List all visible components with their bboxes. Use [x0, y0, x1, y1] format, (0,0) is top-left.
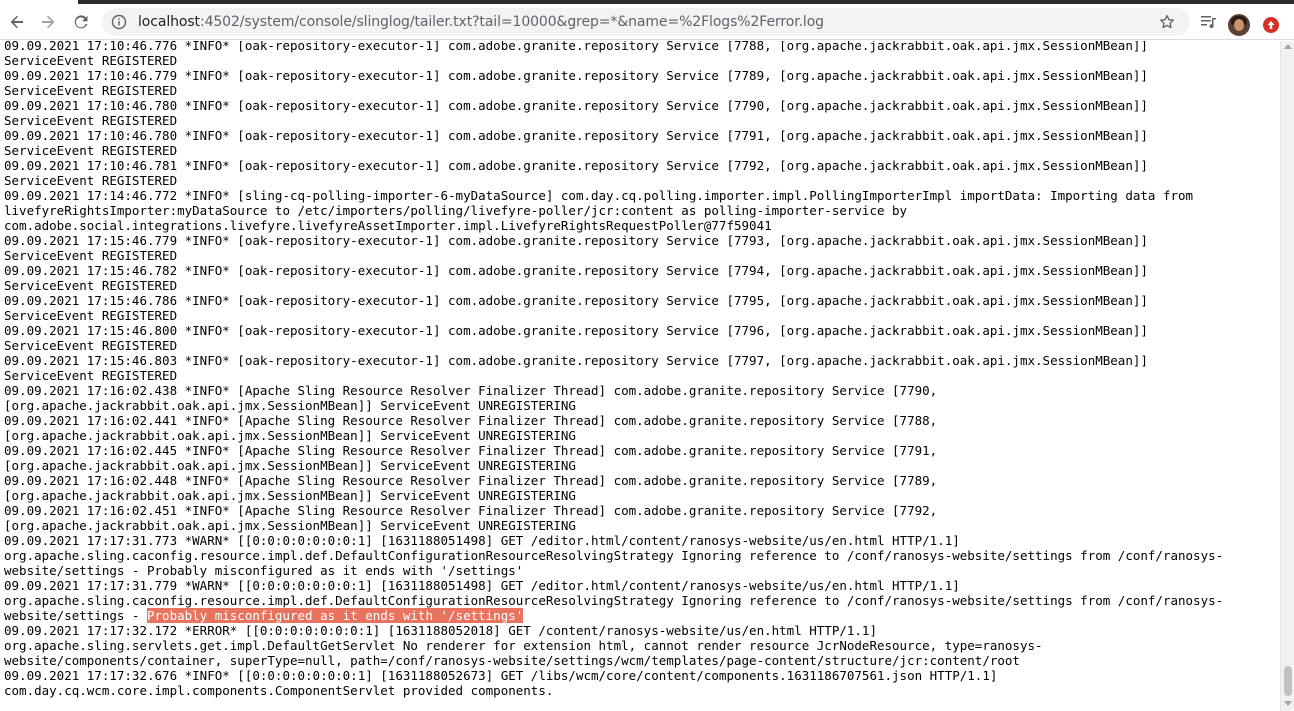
- back-arrow-icon: [10, 15, 23, 29]
- log-line: [org.apache.jackrabbit.oak.api.jmx.Sessi…: [4, 398, 576, 413]
- log-line: 09.09.2021 17:10:46.779 *INFO* [oak-repo…: [4, 68, 1148, 83]
- site-info-icon[interactable]: [111, 14, 127, 30]
- log-line: 09.09.2021 17:17:32.676 *INFO* [[0:0:0:0…: [4, 668, 998, 683]
- log-line: org.apache.sling.caconfig.resource.impl.…: [4, 593, 1224, 608]
- log-line: ServiceEvent REGISTERED: [4, 53, 178, 68]
- avatar-face: [1234, 19, 1244, 31]
- log-line: website/settings - Probably misconfigure…: [4, 563, 524, 578]
- log-line: 09.09.2021 17:15:46.786 *INFO* [oak-repo…: [4, 293, 1148, 308]
- forward-arrow-icon: [42, 15, 55, 29]
- log-viewport[interactable]: 09.09.2021 17:10:46.776 *INFO* [oak-repo…: [0, 41, 1280, 711]
- forward-button[interactable]: [33, 7, 63, 37]
- log-line: [org.apache.jackrabbit.oak.api.jmx.Sessi…: [4, 518, 576, 533]
- log-line: ServiceEvent REGISTERED: [4, 113, 178, 128]
- log-line: ServiceEvent REGISTERED: [4, 278, 178, 293]
- log-line: ServiceEvent REGISTERED: [4, 173, 178, 188]
- scroll-up-arrow[interactable]: [1284, 44, 1292, 49]
- log-line: ServiceEvent REGISTERED: [4, 368, 178, 383]
- log-line: [org.apache.jackrabbit.oak.api.jmx.Sessi…: [4, 428, 576, 443]
- media-control-icon[interactable]: [1199, 12, 1217, 30]
- bookmark-star-icon[interactable]: [1159, 14, 1175, 30]
- log-line: ServiceEvent REGISTERED: [4, 308, 178, 323]
- highlighted-text[interactable]: Probably misconfigured as it ends with '…: [147, 608, 524, 623]
- log-text: 09.09.2021 17:10:46.776 *INFO* [oak-repo…: [4, 41, 1223, 698]
- log-line: 09.09.2021 17:17:32.172 *ERROR* [[0:0:0:…: [4, 623, 877, 638]
- log-line: 09.09.2021 17:14:46.772 *INFO* [sling-cq…: [4, 188, 1194, 203]
- log-line: 09.09.2021 17:17:31.779 *WARN* [[0:0:0:0…: [4, 578, 960, 593]
- log-line: 09.09.2021 17:10:46.781 *INFO* [oak-repo…: [4, 158, 1148, 173]
- log-line: website/components/container, superType=…: [4, 653, 1020, 668]
- log-line: com.adobe.social.integrations.livefyre.l…: [4, 218, 772, 233]
- update-available-icon[interactable]: [1263, 17, 1279, 33]
- scrollbar-thumb[interactable]: [1284, 666, 1292, 696]
- log-line: 09.09.2021 17:10:46.780 *INFO* [oak-repo…: [4, 128, 1148, 143]
- url-path: :4502/system/console/slinglog/tailer.txt…: [199, 14, 824, 30]
- log-line-prefix: website/settings -: [4, 608, 147, 623]
- address-bar[interactable]: localhost:4502/system/console/slinglog/t…: [102, 8, 1190, 36]
- log-line: 09.09.2021 17:15:46.782 *INFO* [oak-repo…: [4, 263, 1148, 278]
- log-line: 09.09.2021 17:15:46.803 *INFO* [oak-repo…: [4, 353, 1148, 368]
- log-line: ServiceEvent REGISTERED: [4, 338, 178, 353]
- log-line: 09.09.2021 17:15:46.779 *INFO* [oak-repo…: [4, 233, 1148, 248]
- profile-avatar[interactable]: [1228, 14, 1250, 36]
- log-line: ServiceEvent REGISTERED: [4, 83, 178, 98]
- url-text[interactable]: localhost:4502/system/console/slinglog/t…: [138, 13, 824, 31]
- log-line: 09.09.2021 17:10:46.776 *INFO* [oak-repo…: [4, 41, 1148, 53]
- log-line: ServiceEvent REGISTERED: [4, 248, 178, 263]
- update-arrow-icon: [1267, 21, 1275, 29]
- reload-button[interactable]: [66, 7, 96, 37]
- log-line: 09.09.2021 17:16:02.448 *INFO* [Apache S…: [4, 473, 938, 488]
- log-line: 09.09.2021 17:16:02.451 *INFO* [Apache S…: [4, 503, 938, 518]
- log-line: website/settings - Probably misconfigure…: [4, 608, 1223, 623]
- log-line: 09.09.2021 17:16:02.438 *INFO* [Apache S…: [4, 383, 938, 398]
- log-line: 09.09.2021 17:16:02.445 *INFO* [Apache S…: [4, 443, 938, 458]
- log-line: org.apache.sling.caconfig.resource.impl.…: [4, 548, 1224, 563]
- log-line: 09.09.2021 17:10:46.780 *INFO* [oak-repo…: [4, 98, 1148, 113]
- reload-icon: [74, 15, 88, 29]
- log-line: livefyreRightsImporter:myDataSource to /…: [4, 203, 908, 218]
- log-line: ServiceEvent REGISTERED: [4, 143, 178, 158]
- url-host: localhost: [138, 14, 200, 30]
- log-line: [org.apache.jackrabbit.oak.api.jmx.Sessi…: [4, 458, 576, 473]
- log-line: 09.09.2021 17:17:31.773 *WARN* [[0:0:0:0…: [4, 533, 960, 548]
- log-line: 09.09.2021 17:15:46.800 *INFO* [oak-repo…: [4, 323, 1148, 338]
- scroll-down-arrow[interactable]: [1284, 701, 1292, 706]
- back-button[interactable]: [2, 7, 32, 37]
- log-line: com.day.cq.wcm.core.impl.components.Comp…: [4, 683, 554, 698]
- log-line: 09.09.2021 17:16:02.441 *INFO* [Apache S…: [4, 413, 938, 428]
- log-line: org.apache.sling.servlets.get.impl.Defau…: [4, 638, 1043, 653]
- log-line: [org.apache.jackrabbit.oak.api.jmx.Sessi…: [4, 488, 576, 503]
- vertical-scrollbar[interactable]: [1280, 41, 1294, 711]
- browser-toolbar: localhost:4502/system/console/slinglog/t…: [0, 4, 1294, 40]
